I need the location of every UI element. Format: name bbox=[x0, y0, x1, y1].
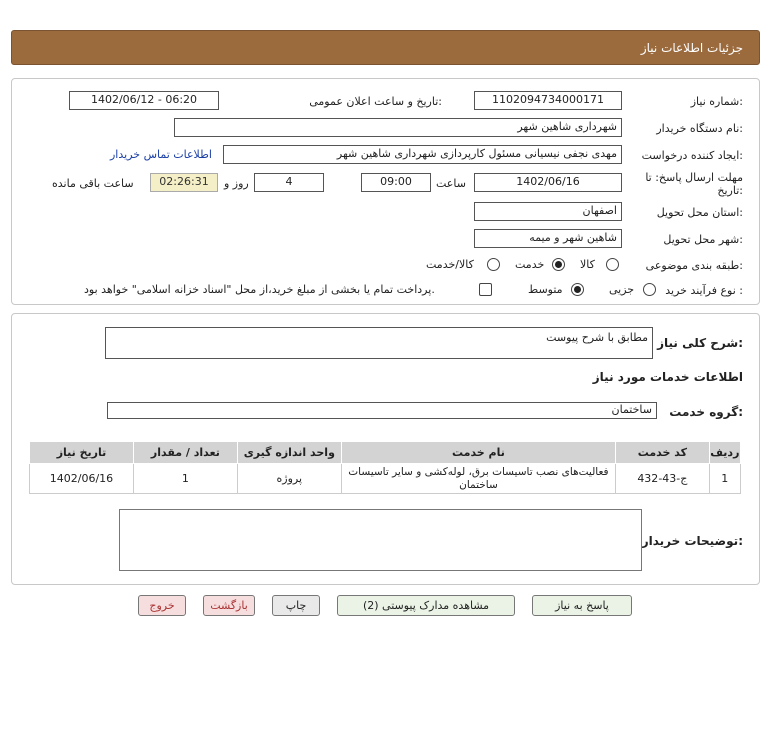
th-row-number: ردیف bbox=[708, 441, 742, 464]
cell-service-name: فعالیت‌های نصب تاسیسات برق، لوله‌کشی و س… bbox=[340, 463, 617, 494]
cell-need-date: 1402/06/16 bbox=[29, 463, 134, 494]
treasury-payment-checkbox[interactable] bbox=[479, 283, 492, 296]
buyer-org-field: شهرداری شاهین شهر bbox=[174, 118, 622, 137]
page-title: جزئیات اطلاعات نیاز bbox=[640, 41, 743, 55]
category-option-goods: کالا bbox=[580, 258, 595, 271]
services-section-title: اطلاعات خدمات مورد نیاز bbox=[592, 370, 743, 384]
category-option-goods-service: کالا/خدمت bbox=[426, 258, 474, 271]
need-number-field: 1102094734000171 bbox=[474, 91, 622, 110]
cell-service-code: ج-43-432 bbox=[615, 463, 710, 494]
deadline-time-field: 09:00 bbox=[361, 173, 431, 192]
treasury-payment-note: پرداخت تمام یا بخشی از مبلغ خرید،از محل … bbox=[84, 283, 435, 296]
days-label: روز و bbox=[224, 177, 249, 190]
announce-label: تاریخ و ساعت اعلان عمومی: bbox=[309, 95, 442, 108]
print-button[interactable]: چاپ bbox=[272, 595, 320, 616]
deadline-label-line2: تاریخ: bbox=[717, 184, 743, 197]
province-label: استان محل تحویل: bbox=[656, 206, 743, 219]
cell-unit: پروژه bbox=[236, 463, 342, 494]
page-header: جزئیات اطلاعات نیاز bbox=[11, 30, 760, 65]
cell-quantity: 1 bbox=[132, 463, 238, 494]
city-label: شهر محل تحویل: bbox=[663, 233, 743, 246]
remaining-time-label: ساعت باقی مانده bbox=[52, 177, 134, 190]
th-need-date: تاریخ نیاز bbox=[29, 441, 134, 464]
table-row: 1 ج-43-432 فعالیت‌های نصب تاسیسات برق، ل… bbox=[29, 463, 742, 494]
th-unit: واحد اندازه گیری bbox=[236, 441, 342, 464]
creator-field: مهدی نجفی نیسیانی مسئول کارپردازی شهردار… bbox=[223, 145, 622, 164]
process-label: نوع فرآیند خرید : bbox=[665, 284, 743, 297]
remaining-time-field: 02:26:31 bbox=[150, 173, 218, 192]
category-radio-goods-service[interactable] bbox=[487, 258, 500, 271]
city-field: شاهین شهر و میمه bbox=[474, 229, 622, 248]
category-label: طبقه بندی موضوعی: bbox=[645, 259, 743, 272]
services-table: ردیف کد خدمت نام خدمت واحد اندازه گیری ت… bbox=[29, 441, 742, 494]
need-number-label: شماره نیاز: bbox=[690, 95, 743, 108]
cell-row-number: 1 bbox=[708, 463, 742, 494]
buyer-org-label: نام دستگاه خریدار: bbox=[656, 122, 743, 135]
category-radio-goods[interactable] bbox=[606, 258, 619, 271]
buyer-notes-field bbox=[119, 509, 642, 571]
th-service-code: کد خدمت bbox=[615, 441, 710, 464]
buyer-notes-label: توضیحات خریدار: bbox=[641, 534, 743, 548]
need-details-panel: شرح کلی نیاز: مطابق با شرح پیوست اطلاعات… bbox=[11, 313, 760, 585]
deadline-label-line1: مهلت ارسال پاسخ: تا bbox=[645, 171, 743, 184]
process-radio-minor[interactable] bbox=[643, 283, 656, 296]
contact-buyer-link[interactable]: اطلاعات تماس خریدار bbox=[110, 148, 212, 161]
days-field: 4 bbox=[254, 173, 324, 192]
need-info-panel: شماره نیاز: 1102094734000171 تاریخ و ساع… bbox=[11, 78, 760, 305]
creator-label: ایجاد کننده درخواست: bbox=[641, 149, 743, 162]
summary-label: شرح کلی نیاز: bbox=[657, 336, 743, 350]
back-button[interactable]: بازگشت bbox=[203, 595, 255, 616]
process-option-minor: جزیی bbox=[609, 283, 635, 296]
table-header-row: ردیف کد خدمت نام خدمت واحد اندازه گیری ت… bbox=[29, 441, 742, 464]
reply-button[interactable]: پاسخ به نیاز bbox=[532, 595, 632, 616]
announce-field: 1402/06/12 - 06:20 bbox=[69, 91, 219, 110]
process-radio-medium[interactable] bbox=[571, 283, 584, 296]
th-quantity: تعداد / مقدار bbox=[132, 441, 238, 464]
deadline-date-field: 1402/06/16 bbox=[474, 173, 622, 192]
exit-button[interactable]: خروج bbox=[138, 595, 186, 616]
time-label: ساعت bbox=[436, 177, 466, 190]
summary-field: مطابق با شرح پیوست bbox=[105, 327, 653, 359]
service-group-field: ساختمان bbox=[107, 402, 657, 419]
province-field: اصفهان bbox=[474, 202, 622, 221]
category-option-service: خدمت bbox=[515, 258, 545, 271]
category-radio-service[interactable] bbox=[552, 258, 565, 271]
process-option-medium: متوسط bbox=[528, 283, 563, 296]
th-service-name: نام خدمت bbox=[340, 441, 617, 464]
attachments-button[interactable]: مشاهده مدارک پیوستی (2) bbox=[337, 595, 515, 616]
service-group-label: گروه خدمت: bbox=[669, 405, 743, 419]
